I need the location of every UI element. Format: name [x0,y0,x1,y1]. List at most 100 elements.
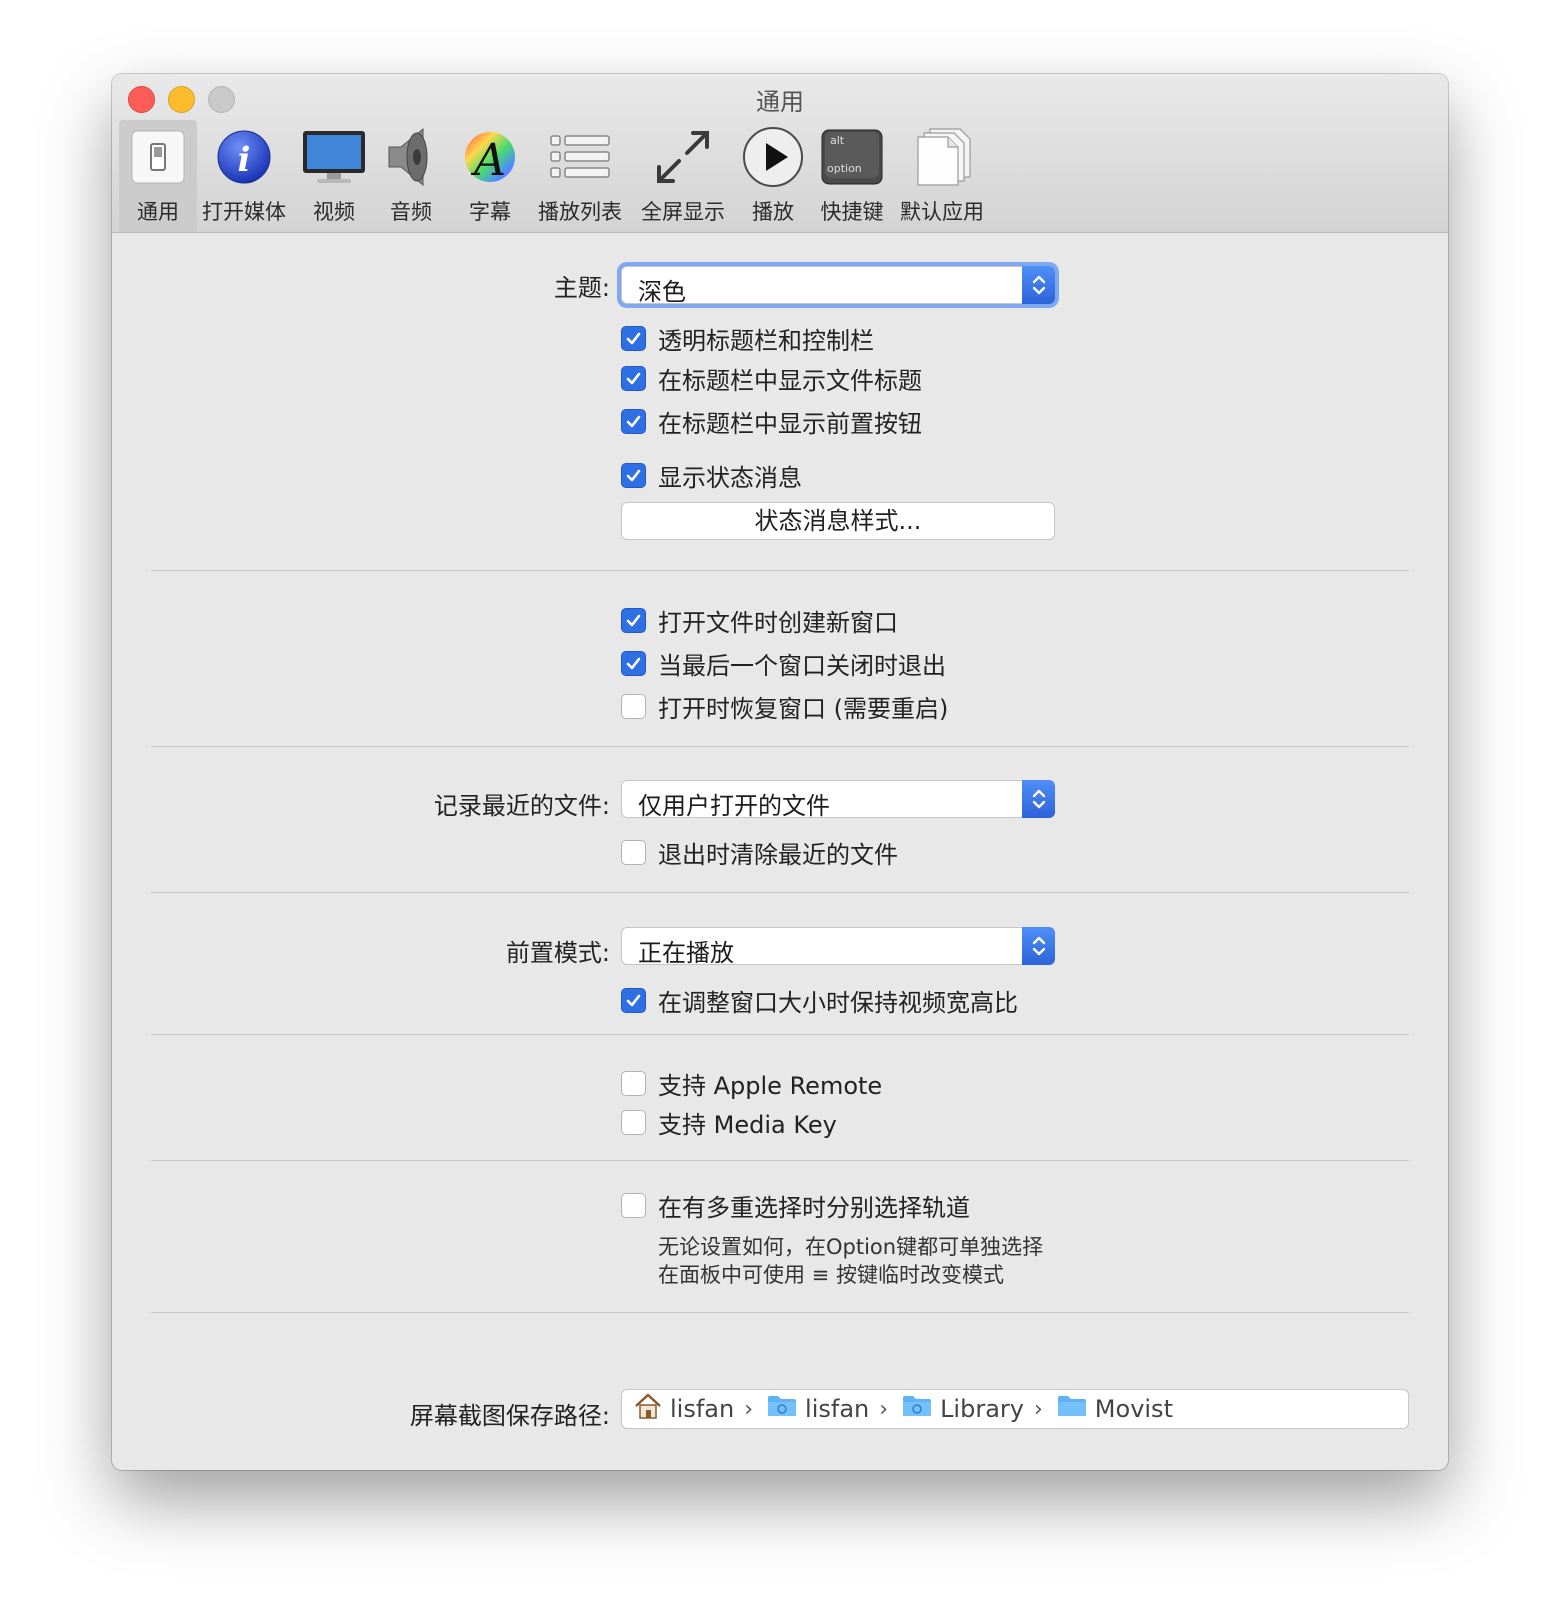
screenshot-path-control[interactable]: lisfan › lisfan › Library › Movist [621,1389,1409,1429]
checkbox-label: 透明标题栏和控制栏 [658,327,874,355]
svg-text:A: A [470,135,506,185]
folder-icon [767,1394,797,1424]
tab-shortcuts[interactable]: alt option 快捷键 [816,120,888,232]
preferences-window: 通用 通用 i 打开媒体 视频 音频 A 字幕 播放列表 全屏显示 播放 alt… [112,74,1448,1470]
folder-icon [902,1394,932,1424]
divider [151,1160,1409,1161]
tab-playback[interactable]: 播放 [738,120,808,232]
checkmark-icon [626,469,641,482]
checkbox-box[interactable] [621,988,646,1013]
divider [151,746,1409,747]
checkbox-label: 在标题栏中显示文件标题 [658,367,922,395]
front-mode-label: 前置模式: [505,939,610,967]
divider [151,1312,1409,1313]
checkbox-label: 在有多重选择时分别选择轨道 [658,1194,970,1222]
font-icon: A [462,120,518,194]
quit-on-close-checkbox[interactable]: 当最后一个窗口关闭时退出 [621,646,946,681]
tracks-hint-line1: 无论设置如何，在Option键都可单独选择 [658,1235,1044,1259]
checkmark-icon [626,372,641,385]
checkmark-icon [626,415,641,428]
checkbox-box[interactable] [621,694,646,719]
documents-icon [912,120,972,194]
chevron-right-icon: › [744,1396,754,1422]
keep-aspect-checkbox[interactable]: 在调整窗口大小时保持视频宽高比 [621,983,1018,1018]
switch-icon [130,120,186,194]
checkbox-label: 当最后一个窗口关闭时退出 [658,652,946,680]
divider [151,570,1409,571]
monitor-icon [301,120,367,194]
tab-general[interactable]: 通用 [119,120,197,232]
checkbox-box[interactable] [621,409,646,434]
path-crumb-home[interactable]: lisfan [634,1393,734,1425]
separate-tracks-checkbox[interactable]: 在有多重选择时分别选择轨道 [621,1188,970,1223]
tab-default-apps[interactable]: 默认应用 [898,120,986,232]
titlebar: 通用 通用 i 打开媒体 视频 音频 A 字幕 播放列表 全屏显示 播放 alt… [112,74,1448,233]
tab-subtitles[interactable]: A 字幕 [457,120,523,232]
tab-playlist[interactable]: 播放列表 [536,120,624,232]
option-key-icon: alt option [821,120,883,194]
path-crumb-label: Movist [1094,1395,1173,1423]
divider [151,1034,1409,1035]
checkmark-icon [626,657,641,670]
show-file-title-checkbox[interactable]: 在标题栏中显示文件标题 [621,361,922,396]
recent-files-select[interactable]: 仅用户打开的文件 [621,780,1055,820]
path-crumb-user[interactable]: lisfan [767,1394,869,1424]
restore-windows-checkbox[interactable]: 打开时恢复窗口 (需要重启) [621,689,948,724]
checkbox-box[interactable] [621,1110,646,1135]
checkbox-box[interactable] [621,608,646,633]
checkbox-label: 打开文件时创建新窗口 [658,609,898,637]
front-mode-value: 正在播放 [638,939,734,967]
checkmark-icon [626,994,641,1007]
path-crumb-label: lisfan [805,1395,870,1423]
checkbox-label: 打开时恢复窗口 (需要重启) [658,695,949,723]
tab-audio[interactable]: 音频 [381,120,441,232]
apple-remote-checkbox[interactable]: 支持 Apple Remote [621,1066,882,1101]
checkbox-box[interactable] [621,1071,646,1096]
show-status-checkbox[interactable]: 显示状态消息 [621,458,802,493]
path-crumb-label: Library [940,1395,1024,1423]
media-key-checkbox[interactable]: 支持 Media Key [621,1105,837,1140]
chevron-updown-icon [1022,266,1055,304]
tab-label: 快捷键 [820,200,884,224]
front-mode-select[interactable]: 正在播放 [621,927,1055,967]
tab-label: 通用 [137,200,179,224]
theme-select[interactable]: 深色 [621,266,1055,306]
checkbox-box[interactable] [621,840,646,865]
chevron-updown-icon [1022,780,1055,818]
checkbox-box[interactable] [621,463,646,488]
checkbox-label: 在调整窗口大小时保持视频宽高比 [658,989,1018,1017]
chevron-right-icon: › [879,1396,889,1422]
chevron-updown-icon [1022,927,1055,965]
tab-label: 打开媒体 [202,200,286,224]
fullscreen-icon [653,120,713,194]
path-crumb-library[interactable]: Library [902,1394,1024,1424]
key-alt-text: alt [830,134,845,147]
tab-fullscreen[interactable]: 全屏显示 [639,120,727,232]
recent-files-value: 仅用户打开的文件 [638,792,830,820]
tab-label: 全屏显示 [641,200,725,224]
checkbox-box[interactable] [621,651,646,676]
show-front-button-checkbox[interactable]: 在标题栏中显示前置按钮 [621,404,922,439]
checkbox-label: 退出时清除最近的文件 [658,841,898,869]
tab-label: 播放列表 [538,200,622,224]
tab-label: 默认应用 [900,200,984,224]
chevron-right-icon: › [1033,1396,1043,1422]
path-crumb-movist[interactable]: Movist [1057,1394,1173,1424]
checkbox-box[interactable] [621,1193,646,1218]
play-icon [742,120,804,194]
new-window-checkbox[interactable]: 打开文件时创建新窗口 [621,603,898,638]
theme-label: 主题: [553,274,610,302]
status-style-button[interactable]: 状态消息样式... [621,502,1055,540]
transparent-bar-checkbox[interactable]: 透明标题栏和控制栏 [621,321,874,356]
checkbox-box[interactable] [621,366,646,391]
divider [151,892,1409,893]
theme-value: 深色 [638,278,686,306]
clear-recent-checkbox[interactable]: 退出时清除最近的文件 [621,835,898,870]
tab-video[interactable]: 视频 [299,120,369,232]
path-crumb-label: lisfan [670,1395,735,1423]
checkmark-icon [626,614,641,627]
tab-open-media[interactable]: i 打开媒体 [201,120,287,232]
checkbox-box[interactable] [621,326,646,351]
checkmark-icon [626,332,641,345]
tab-label: 字幕 [469,200,511,224]
